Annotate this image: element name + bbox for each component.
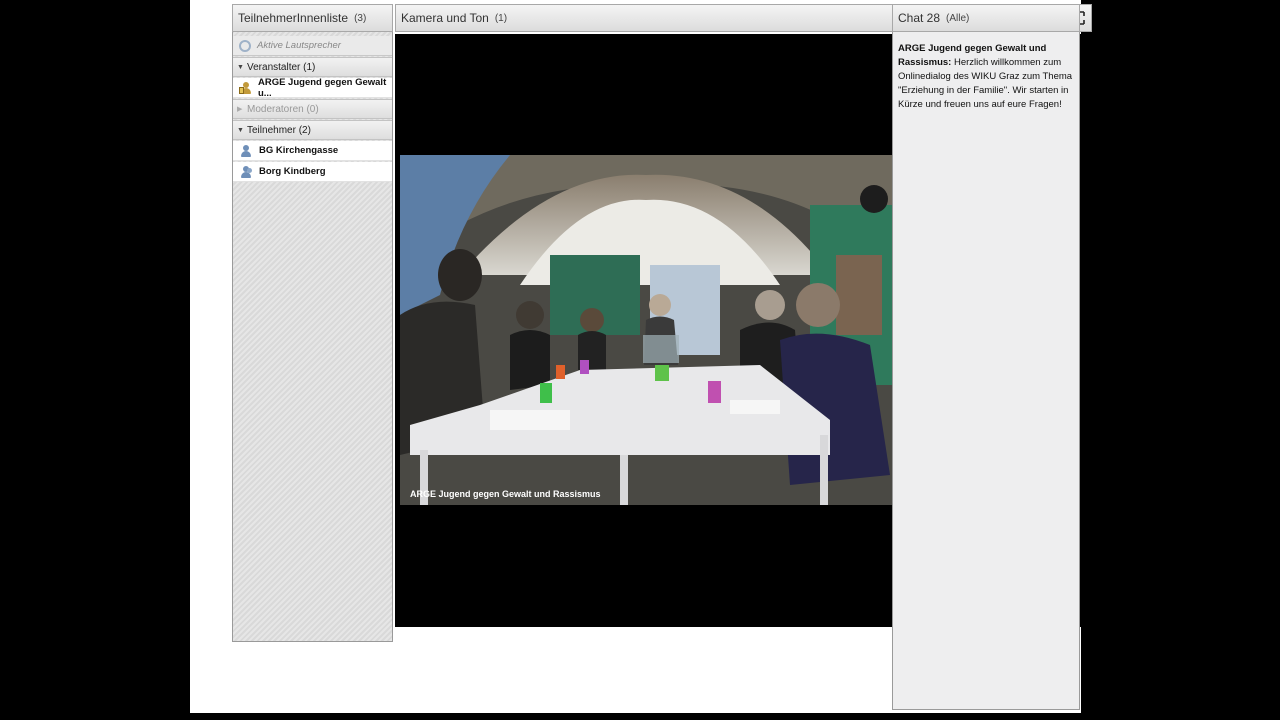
attendee-list-pod: TeilnehmerInnenliste (3) Aktive Lautspre… — [232, 4, 393, 642]
attendee-count: (3) — [354, 12, 367, 24]
group-hosts[interactable]: ▼ Veranstalter (1) — [233, 57, 392, 77]
chat-pod: Chat 28 (Alle) ARGE Jugend gegen Gewalt … — [892, 4, 1080, 710]
host-user-icon — [239, 81, 252, 95]
attendee-list-header[interactable]: TeilnehmerInnenliste (3) — [232, 4, 393, 32]
video-frame — [400, 155, 892, 505]
triangle-right-icon[interactable]: ▶ — [237, 105, 247, 113]
camera-title: Kamera und Ton — [401, 11, 489, 25]
group-hosts-label: Veranstalter (1) — [247, 61, 316, 73]
attendee-row[interactable]: Borg Kindberg — [233, 162, 392, 182]
chat-scope[interactable]: (Alle) — [946, 13, 969, 24]
chat-message: ARGE Jugend gegen Gewalt und Rassismus: … — [898, 42, 1076, 112]
triangle-down-icon[interactable]: ▼ — [237, 64, 247, 71]
microphone-icon — [239, 39, 251, 52]
group-participants[interactable]: ▼ Teilnehmer (2) — [233, 120, 392, 140]
user-icon — [239, 144, 253, 158]
attendee-list-title: TeilnehmerInnenliste — [238, 11, 349, 25]
attendee-name: BG Kirchengasse — [259, 145, 339, 156]
meeting-room: TeilnehmerInnenliste (3) Aktive Lautspre… — [190, 0, 1092, 713]
group-presenters-label: Moderatoren (0) — [247, 103, 319, 115]
attendee-name: Borg Kindberg — [259, 166, 326, 177]
attendee-row[interactable]: ARGE Jugend gegen Gewalt u... — [233, 76, 392, 99]
group-participants-label: Teilnehmer (2) — [247, 124, 311, 136]
video-caption: ARGE Jugend gegen Gewalt und Rassismus — [410, 489, 601, 499]
attendee-name: ARGE Jugend gegen Gewalt u... — [257, 76, 387, 99]
group-presenters[interactable]: ▶ Moderatoren (0) — [233, 99, 392, 119]
active-speakers-label: Aktive Lautsprecher — [257, 40, 341, 51]
user-group-icon — [239, 165, 253, 179]
chat-header[interactable]: Chat 28 (Alle) — [892, 4, 1080, 32]
camera-count: (1) — [494, 12, 508, 24]
attendee-row[interactable]: BG Kirchengasse — [233, 141, 392, 161]
active-speakers-row: Aktive Lautsprecher — [233, 36, 392, 56]
triangle-down-icon[interactable]: ▼ — [237, 127, 247, 134]
video-feed[interactable]: ARGE Jugend gegen Gewalt und Rassismus — [400, 155, 892, 505]
chat-title: Chat 28 — [898, 11, 941, 25]
